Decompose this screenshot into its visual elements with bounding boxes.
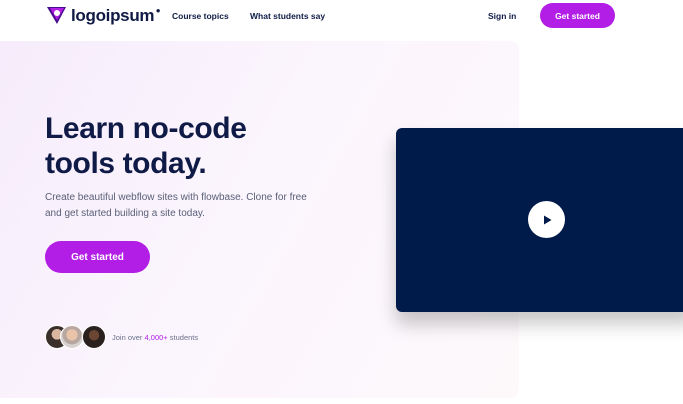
social-proof-suffix: students <box>167 333 199 342</box>
logo[interactable]: logoipsum ● <box>46 5 161 26</box>
hero-title: Learn no-code tools today. <box>45 112 247 180</box>
logo-text: logoipsum ● <box>71 5 161 26</box>
logo-wordmark: logoipsum <box>71 5 155 25</box>
nav-get-started-button[interactable]: Get started <box>540 3 615 28</box>
hero-get-started-button[interactable]: Get started <box>45 241 150 273</box>
top-nav: logoipsum ● Course topics What students s… <box>0 0 683 34</box>
nav-link-course-topics[interactable]: Course topics <box>172 11 229 21</box>
sign-in-link[interactable]: Sign in <box>488 11 516 21</box>
social-proof-prefix: Join over <box>112 333 145 342</box>
social-proof-text: Join over 4,000+ students <box>112 333 198 342</box>
hero-subtitle: Create beautiful webflow sites with flow… <box>45 192 307 219</box>
student-count: 4,000+ <box>144 333 168 342</box>
registered-mark-icon: ● <box>155 5 161 15</box>
play-button[interactable] <box>528 201 565 238</box>
student-avatars <box>45 325 115 350</box>
avatar <box>82 325 106 349</box>
avatar <box>60 325 84 349</box>
nav-link-what-students-say[interactable]: What students say <box>250 11 325 21</box>
logo-mark-icon <box>46 5 67 26</box>
play-icon <box>543 215 551 224</box>
